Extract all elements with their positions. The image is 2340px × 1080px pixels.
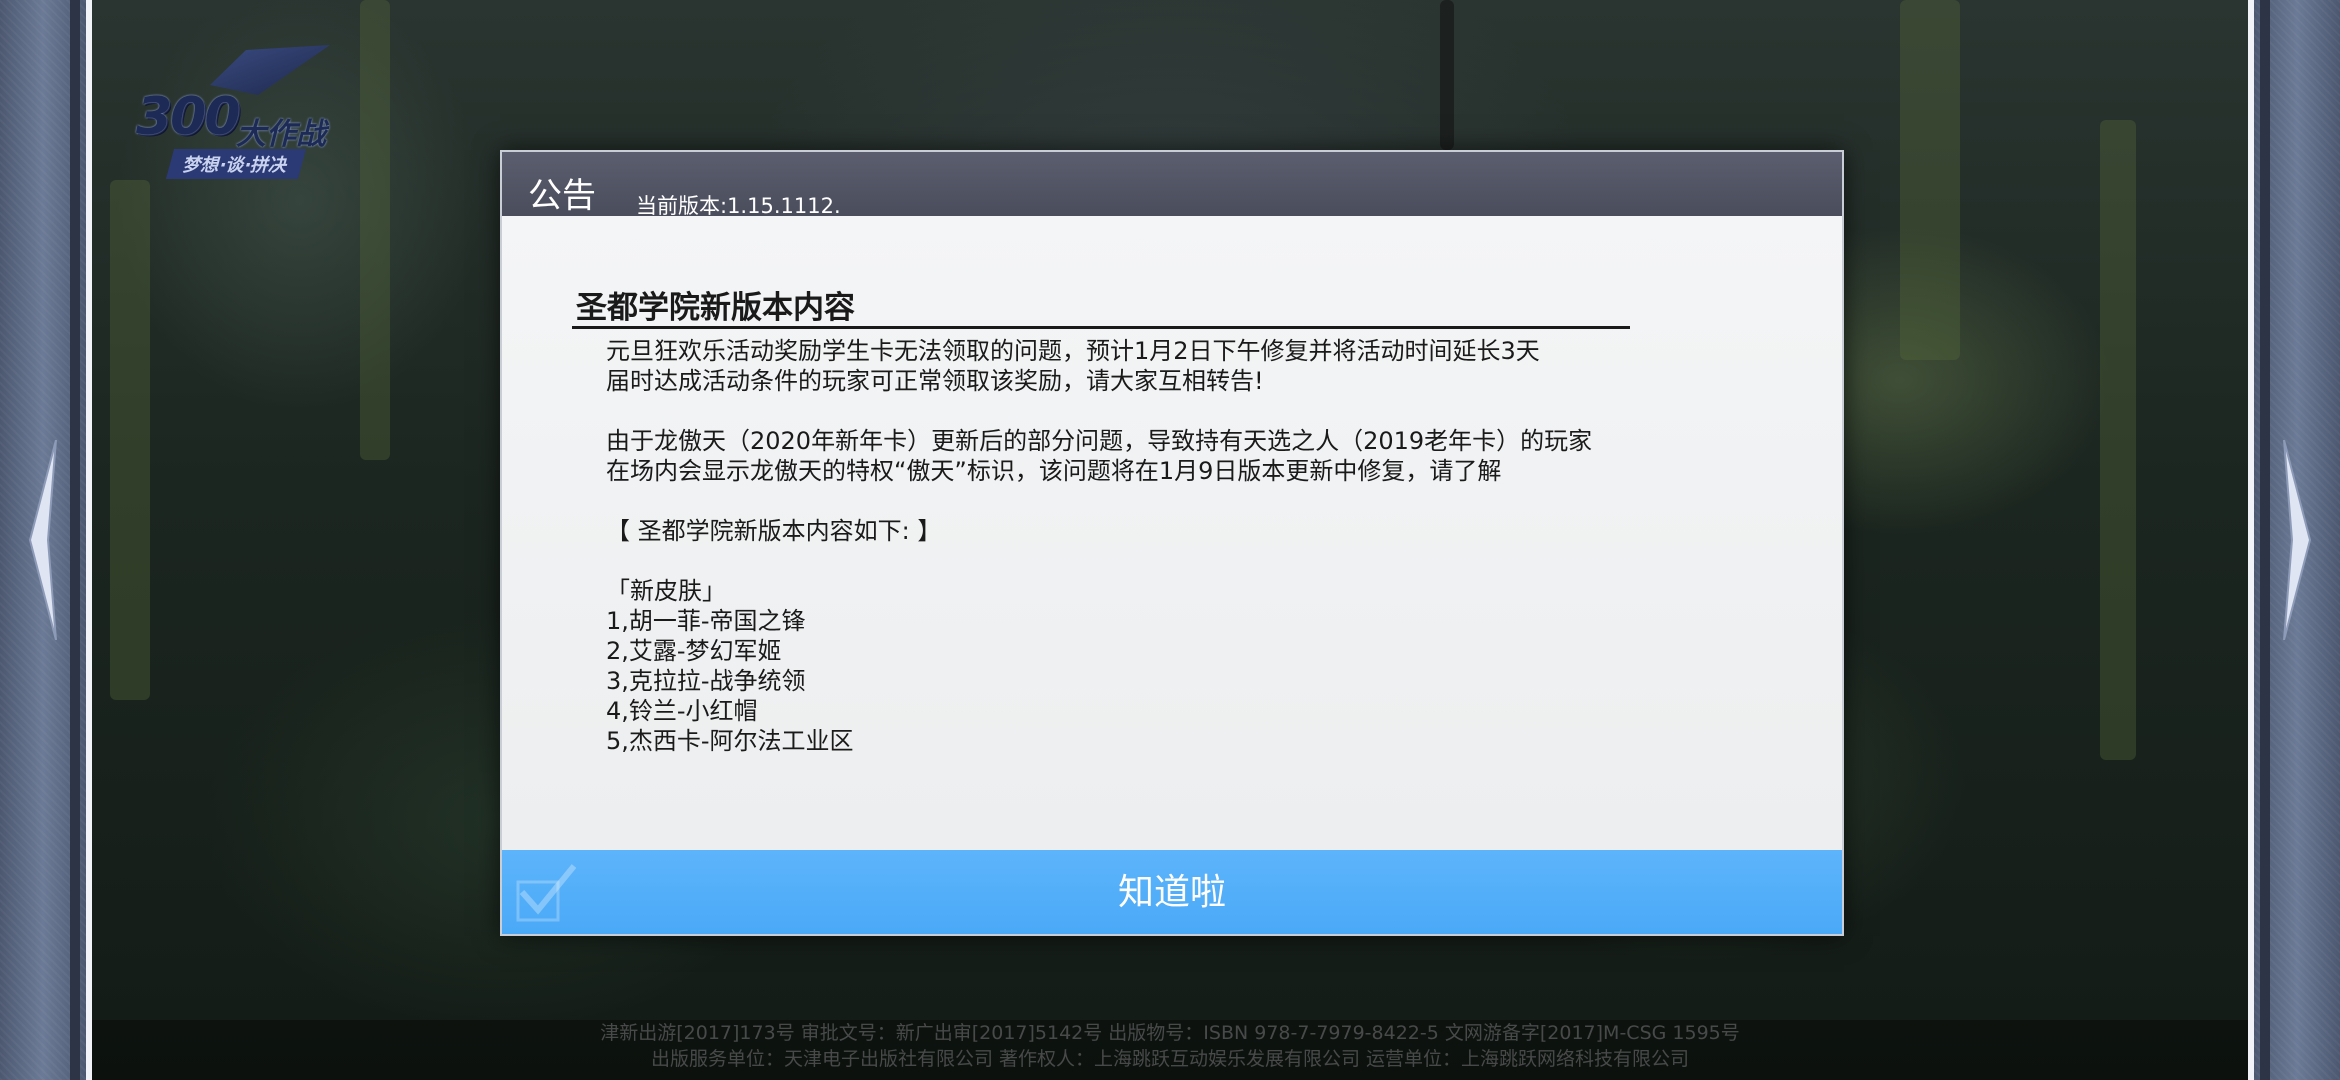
logo-subtitle: 梦想·谈·拼决	[165, 149, 306, 179]
notice-line: 由于龙傲天（2020年新年卡）更新后的部分问题，导致持有天选之人（2019老年卡…	[606, 427, 1593, 455]
notice-line	[606, 546, 1766, 576]
logo-number: 300	[136, 87, 241, 147]
notice-line: 4,铃兰-小红帽	[606, 697, 758, 725]
copyright-footer: 津新出游[2017]173号 审批文号：新广出审[2017]5142号 出版物号…	[92, 1020, 2248, 1080]
notice-line: 在场内会显示龙傲天的特权“傲天”标识，该问题将在1月9日版本更新中修复，请了解	[606, 457, 1502, 485]
notice-line: 届时达成活动条件的玩家可正常领取该奖励，请大家互相转告!	[606, 367, 1264, 395]
right-arrow-icon[interactable]	[2274, 440, 2314, 640]
notice-line: 「新皮肤」	[606, 577, 726, 605]
game-logo: 300 大作战 梦想·谈·拼决	[130, 45, 370, 179]
announcement-dialog: 公告 当前版本:1.15.1112. 圣都学院新版本内容 元旦狂欢乐活动奖励学生…	[500, 150, 1844, 936]
confirm-label: 知道啦	[1117, 871, 1226, 912]
left-arrow-icon[interactable]	[26, 440, 66, 640]
confirm-button[interactable]: 知道啦	[502, 850, 1842, 934]
vine-decoration	[2100, 120, 2136, 760]
logo-title: 大作战	[236, 117, 326, 152]
notice-heading: 圣都学院新版本内容	[576, 290, 855, 326]
right-frame	[2248, 0, 2340, 1080]
notice-line: 5,杰西卡-阿尔法工业区	[606, 727, 854, 755]
heading-divider	[572, 326, 1630, 329]
notice-content: 元旦狂欢乐活动奖励学生卡无法领取的问题，预计1月2日下午修复并将活动时间延长3天…	[606, 336, 1766, 756]
vine-decoration	[1900, 0, 1960, 360]
dialog-title: 公告	[528, 176, 596, 216]
notice-line: 1,胡一菲-帝国之锋	[606, 607, 806, 635]
notice-line	[606, 396, 1766, 426]
notice-line: 【 圣都学院新版本内容如下: 】	[606, 517, 942, 545]
dialog-body[interactable]: 圣都学院新版本内容 元旦狂欢乐活动奖励学生卡无法领取的问题，预计1月2日下午修复…	[502, 216, 1842, 850]
notice-line: 3,克拉拉-战争统领	[606, 667, 806, 695]
copyright-line: 出版服务单位：天津电子出版社有限公司 著作权人：上海跳跃互动娱乐发展有限公司 运…	[650, 1048, 1690, 1070]
left-frame	[0, 0, 92, 1080]
notice-line: 2,艾露-梦幻军姬	[606, 637, 782, 665]
dialog-header: 公告 当前版本:1.15.1112.	[502, 152, 1842, 218]
vine-decoration	[110, 180, 150, 700]
notice-line: 元旦狂欢乐活动奖励学生卡无法领取的问题，预计1月2日下午修复并将活动时间延长3天	[606, 337, 1540, 365]
notice-line	[606, 486, 1766, 516]
blade-decoration	[1440, 0, 1454, 150]
copyright-line: 津新出游[2017]173号 审批文号：新广出审[2017]5142号 出版物号…	[600, 1022, 1740, 1044]
